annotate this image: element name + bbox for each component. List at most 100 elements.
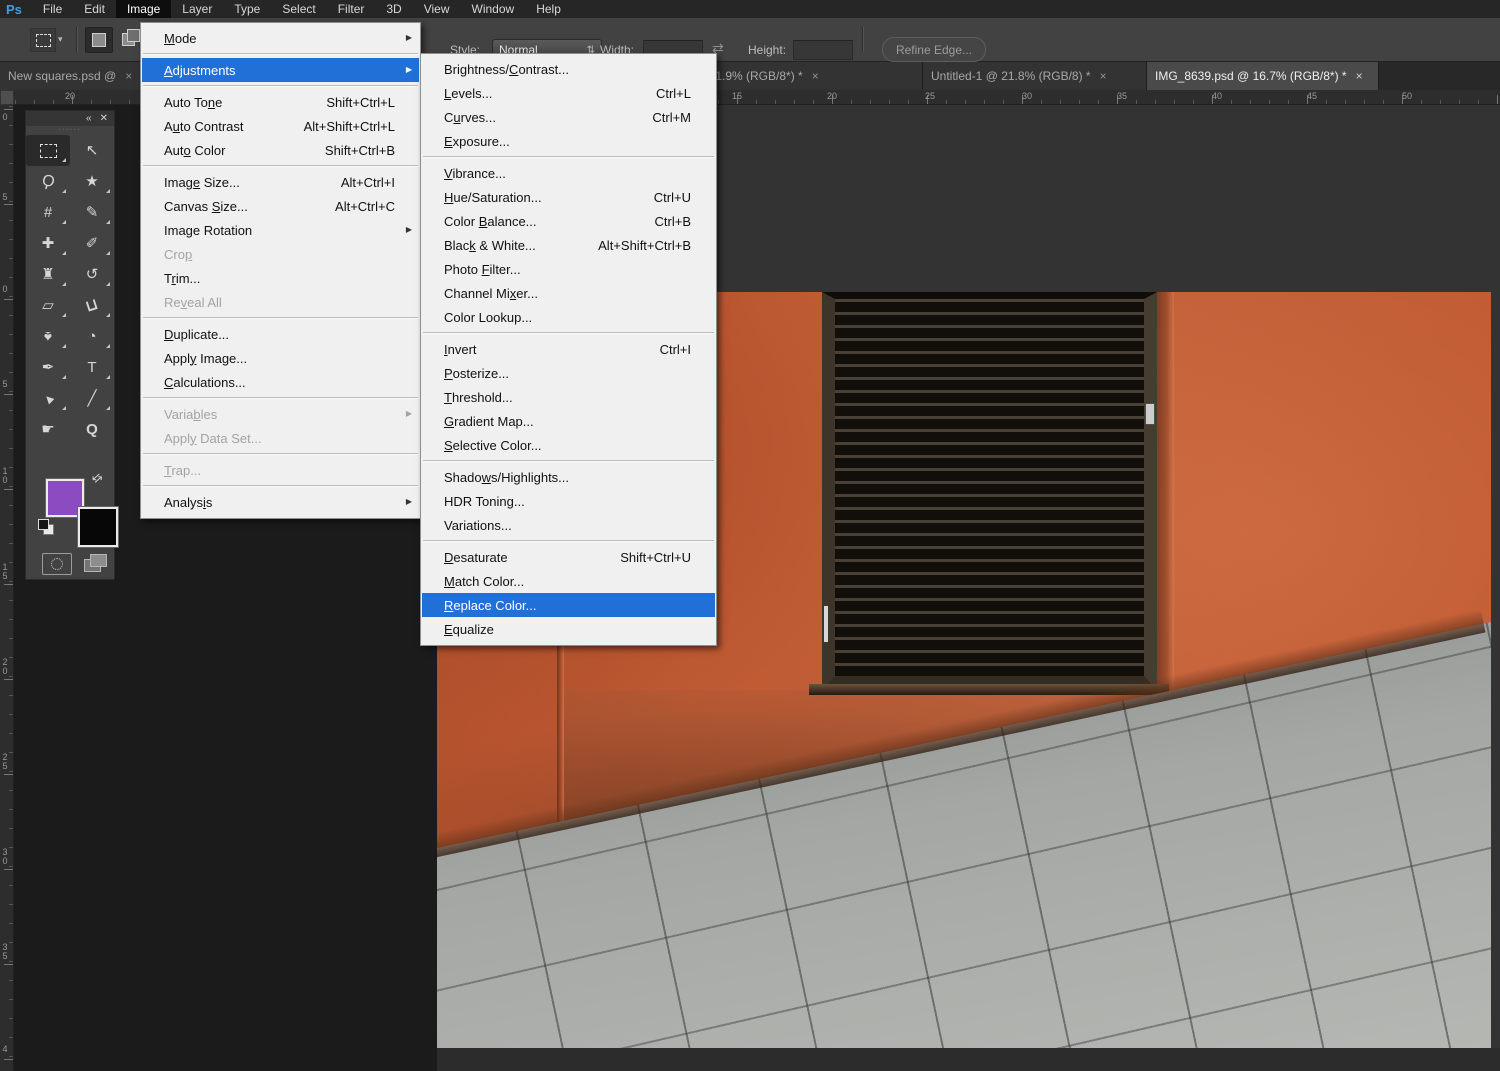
move-tool[interactable]: ↖ bbox=[70, 135, 114, 166]
lasso-tool[interactable]: Ϙ bbox=[26, 166, 70, 197]
menu-item-photo-filter[interactable]: Photo Filter... bbox=[422, 257, 715, 281]
menubar-item-file[interactable]: File bbox=[32, 0, 73, 18]
menu-item-trim[interactable]: Trim... bbox=[142, 266, 419, 290]
menubar-item-edit[interactable]: Edit bbox=[73, 0, 116, 18]
menu-item-vibrance[interactable]: Vibrance... bbox=[422, 161, 715, 185]
menubar-item-help[interactable]: Help bbox=[525, 0, 572, 18]
pen-tool[interactable]: ✒ bbox=[26, 352, 70, 383]
menu-item-gradient-map[interactable]: Gradient Map... bbox=[422, 409, 715, 433]
crop-tool[interactable]: # bbox=[26, 197, 70, 228]
menu-item-exposure[interactable]: Exposure... bbox=[422, 129, 715, 153]
menu-item-replace-color[interactable]: Replace Color... bbox=[422, 593, 715, 617]
screen-mode-button[interactable] bbox=[82, 553, 110, 573]
menu-item-desaturate[interactable]: DesaturateShift+Ctrl+U bbox=[422, 545, 715, 569]
line-tool[interactable]: ╱ bbox=[70, 383, 114, 414]
menu-item-label: Channel Mixer... bbox=[444, 286, 538, 301]
new-selection-button[interactable] bbox=[85, 27, 113, 53]
menubar-item-3d[interactable]: 3D bbox=[375, 0, 412, 18]
add-to-selection-icon bbox=[122, 33, 135, 46]
tab-close-icon[interactable]: × bbox=[1356, 69, 1363, 83]
menubar-item-layer[interactable]: Layer bbox=[171, 0, 223, 18]
menu-item-image-size[interactable]: Image Size...Alt+Ctrl+I bbox=[142, 170, 419, 194]
menubar-item-select[interactable]: Select bbox=[271, 0, 326, 18]
menu-item-auto-contrast[interactable]: Auto ContrastAlt+Shift+Ctrl+L bbox=[142, 114, 419, 138]
shutter-latch bbox=[1145, 403, 1155, 425]
swap-colors-icon[interactable]: ⇆ bbox=[89, 469, 106, 486]
default-colors-icon[interactable] bbox=[38, 519, 54, 535]
menu-item-selective-color[interactable]: Selective Color... bbox=[422, 433, 715, 457]
clone-stamp-tool[interactable]: ♜ bbox=[26, 259, 70, 290]
document-tab[interactable]: Untitled-1 @ 21.8% (RGB/8) *× bbox=[923, 61, 1147, 90]
menu-item-variations[interactable]: Variations... bbox=[422, 513, 715, 537]
collapse-panel-icon[interactable]: « bbox=[86, 114, 92, 124]
height-input[interactable] bbox=[793, 40, 853, 60]
menu-item-match-color[interactable]: Match Color... bbox=[422, 569, 715, 593]
menubar-item-type[interactable]: Type bbox=[223, 0, 271, 18]
rectangular-marquee-tool-icon bbox=[40, 144, 57, 158]
tab-close-icon[interactable]: × bbox=[125, 69, 132, 83]
menu-item-auto-color[interactable]: Auto ColorShift+Ctrl+B bbox=[142, 138, 419, 162]
vertical-ruler[interactable]: 05051015202530354 bbox=[0, 105, 14, 1071]
menu-item-calculations[interactable]: Calculations... bbox=[142, 370, 419, 394]
history-brush-tool[interactable]: ↺ bbox=[70, 259, 114, 290]
menu-item-adjustments[interactable]: Adjustments▶ bbox=[142, 58, 419, 82]
close-panel-icon[interactable]: ✕ bbox=[100, 114, 108, 124]
dodge-tool[interactable]: ◔ bbox=[70, 321, 114, 352]
menu-item-color-lookup[interactable]: Color Lookup... bbox=[422, 305, 715, 329]
menu-item-posterize[interactable]: Posterize... bbox=[422, 361, 715, 385]
menu-item-duplicate[interactable]: Duplicate... bbox=[142, 322, 419, 346]
type-tool[interactable]: T bbox=[70, 352, 114, 383]
preset-caret-icon[interactable]: ▾ bbox=[58, 34, 63, 45]
menu-item-threshold[interactable]: Threshold... bbox=[422, 385, 715, 409]
menu-item-levels[interactable]: Levels...Ctrl+L bbox=[422, 81, 715, 105]
tool-preset-button[interactable] bbox=[30, 28, 56, 52]
tab-title: New squares.psd @ bbox=[8, 69, 116, 83]
menu-item-curves[interactable]: Curves...Ctrl+M bbox=[422, 105, 715, 129]
menu-item-color-balance[interactable]: Color Balance...Ctrl+B bbox=[422, 209, 715, 233]
quick-mask-button[interactable] bbox=[42, 553, 72, 575]
menu-item-apply-image[interactable]: Apply Image... bbox=[142, 346, 419, 370]
rectangular-marquee-tool[interactable] bbox=[26, 135, 70, 166]
menu-item-brightness-contrast[interactable]: Brightness/Contrast... bbox=[422, 57, 715, 81]
panel-grip-icon[interactable]: ▪▪▪▪▪▪ bbox=[26, 126, 114, 135]
menu-item-shortcut: Ctrl+I bbox=[660, 342, 691, 357]
blur-tool[interactable]: ♠ bbox=[26, 321, 70, 352]
ruler-origin-corner[interactable] bbox=[0, 90, 14, 105]
menu-item-black-white[interactable]: Black & White...Alt+Shift+Ctrl+B bbox=[422, 233, 715, 257]
brush-tool[interactable]: ✐ bbox=[70, 228, 114, 259]
menu-item-analysis[interactable]: Analysis▶ bbox=[142, 490, 419, 514]
tab-close-icon[interactable]: × bbox=[1100, 69, 1107, 83]
refine-edge-button[interactable]: Refine Edge... bbox=[882, 37, 986, 62]
hand-tool[interactable]: ☛ bbox=[26, 414, 70, 445]
background-color-swatch[interactable] bbox=[78, 507, 118, 547]
document-tab-active[interactable]: IMG_8639.psd @ 16.7% (RGB/8*) *× bbox=[1147, 61, 1379, 90]
options-divider bbox=[862, 26, 864, 52]
spot-healing-brush-tool[interactable]: ✚ bbox=[26, 228, 70, 259]
zoom-tool[interactable]: Q bbox=[70, 414, 114, 445]
menu-item-invert[interactable]: InvertCtrl+I bbox=[422, 337, 715, 361]
menubar-item-view[interactable]: View bbox=[413, 0, 461, 18]
menu-item-auto-tone[interactable]: Auto ToneShift+Ctrl+L bbox=[142, 90, 419, 114]
menu-item-mode[interactable]: Mode▶ bbox=[142, 26, 419, 50]
menu-item-channel-mixer[interactable]: Channel Mixer... bbox=[422, 281, 715, 305]
menu-item-hdr-toning[interactable]: HDR Toning... bbox=[422, 489, 715, 513]
menubar-item-image[interactable]: Image bbox=[116, 0, 171, 18]
menu-item-canvas-size[interactable]: Canvas Size...Alt+Ctrl+C bbox=[142, 194, 419, 218]
eyedropper-tool[interactable]: ✎ bbox=[70, 197, 114, 228]
menubar-item-filter[interactable]: Filter bbox=[327, 0, 376, 18]
menu-item-shadows-highlights[interactable]: Shadows/Highlights... bbox=[422, 465, 715, 489]
menubar-item-window[interactable]: Window bbox=[461, 0, 526, 18]
menu-item-apply-data-set: Apply Data Set... bbox=[142, 426, 419, 450]
menu-item-hue-saturation[interactable]: Hue/Saturation...Ctrl+U bbox=[422, 185, 715, 209]
path-selection-tool[interactable]: ▲ bbox=[26, 383, 70, 414]
paint-bucket-tool[interactable]: ⊔ bbox=[70, 290, 114, 321]
add-to-selection-button[interactable] bbox=[115, 27, 141, 51]
ruler-number: 0 bbox=[1, 113, 9, 122]
magic-wand-tool[interactable]: ★ bbox=[70, 166, 114, 197]
menu-separator bbox=[143, 53, 418, 55]
submenu-arrow-icon: ▶ bbox=[406, 225, 412, 234]
eraser-tool[interactable]: ▱ bbox=[26, 290, 70, 321]
menu-item-image-rotation[interactable]: Image Rotation▶ bbox=[142, 218, 419, 242]
menu-item-equalize[interactable]: Equalize bbox=[422, 617, 715, 641]
tab-close-icon[interactable]: × bbox=[812, 69, 819, 83]
